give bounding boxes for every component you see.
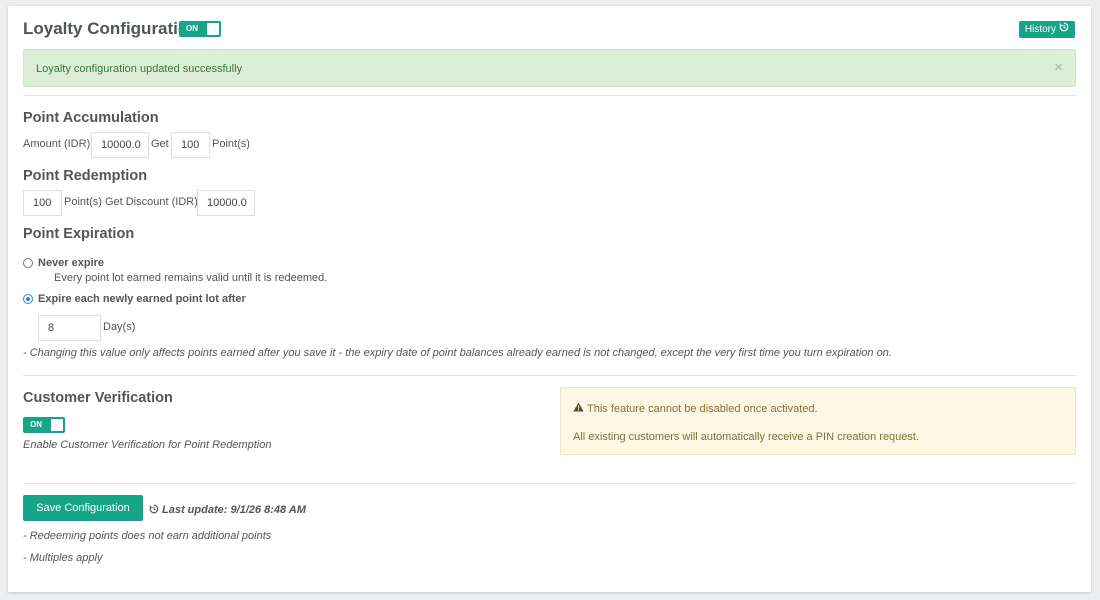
customer-verification-description: Enable Customer Verification for Point R… xyxy=(23,439,272,451)
get-label: Get xyxy=(151,138,169,150)
page-title: Loyalty Configuration xyxy=(23,19,199,38)
warning-line-1-text: This feature cannot be disabled once act… xyxy=(587,402,818,415)
card-header: Loyalty Configuration ON History xyxy=(23,18,1075,42)
divider xyxy=(23,375,1076,376)
days-label: Day(s) xyxy=(103,321,136,333)
footer-note-1: - Redeeming points does not earn additio… xyxy=(23,530,272,542)
success-alert-message: Loyalty configuration updated successful… xyxy=(36,63,243,75)
never-expire-label: Never expire xyxy=(38,257,105,269)
divider xyxy=(23,483,1076,484)
loyalty-configuration-card: Loyalty Configuration ON History Loyalty… xyxy=(8,6,1091,592)
warning-line-2: All existing customers will automaticall… xyxy=(573,431,920,443)
divider xyxy=(23,95,1076,96)
point-expiration-title: Point Expiration xyxy=(23,226,135,242)
expire-after-radio[interactable] xyxy=(23,294,33,304)
history-button-label: History xyxy=(1024,24,1056,35)
warning-triangle-icon xyxy=(573,402,584,415)
amount-input[interactable]: 10000.0 xyxy=(91,132,149,158)
customer-verification-toggle[interactable]: ON xyxy=(23,417,65,433)
last-update: Last update: 9/1/26 8:48 AM xyxy=(149,503,306,517)
redemption-label: Point(s) Get Discount (IDR) xyxy=(64,196,198,208)
discount-input[interactable]: 10000.0 xyxy=(197,190,255,216)
amount-label: Amount (IDR) xyxy=(23,138,91,150)
last-update-text: Last update: 9/1/26 8:48 AM xyxy=(162,504,306,516)
never-expire-radio[interactable] xyxy=(23,258,33,268)
accumulation-points-input[interactable]: 100 xyxy=(171,132,210,158)
close-icon[interactable]: × xyxy=(1054,60,1063,75)
redemption-points-input[interactable]: 100 xyxy=(23,190,62,216)
customer-verification-toggle-label: ON xyxy=(30,420,42,429)
expiry-days-input[interactable]: 8 xyxy=(38,315,101,341)
expire-after-label: Expire each newly earned point lot after xyxy=(38,293,246,305)
toggle-knob xyxy=(207,23,219,35)
points-label: Point(s) xyxy=(212,138,250,150)
loyalty-toggle[interactable]: ON xyxy=(179,21,221,37)
history-icon xyxy=(1059,21,1069,38)
expiration-note: - Changing this value only affects point… xyxy=(23,347,892,359)
warning-alert: This feature cannot be disabled once act… xyxy=(560,387,1076,455)
loyalty-toggle-label: ON xyxy=(186,24,198,33)
history-icon xyxy=(149,503,159,517)
history-button[interactable]: History xyxy=(1018,21,1075,38)
footer-note-2: - Multiples apply xyxy=(23,552,103,564)
warning-line-1: This feature cannot be disabled once act… xyxy=(573,402,818,415)
point-redemption-title: Point Redemption xyxy=(23,168,148,184)
point-accumulation-title: Point Accumulation xyxy=(23,110,159,126)
toggle-knob xyxy=(51,419,63,431)
never-expire-description: Every point lot earned remains valid unt… xyxy=(54,272,328,284)
save-configuration-button[interactable]: Save Configuration xyxy=(23,495,143,521)
success-alert: Loyalty configuration updated successful… xyxy=(23,49,1076,87)
customer-verification-title: Customer Verification xyxy=(23,390,173,406)
